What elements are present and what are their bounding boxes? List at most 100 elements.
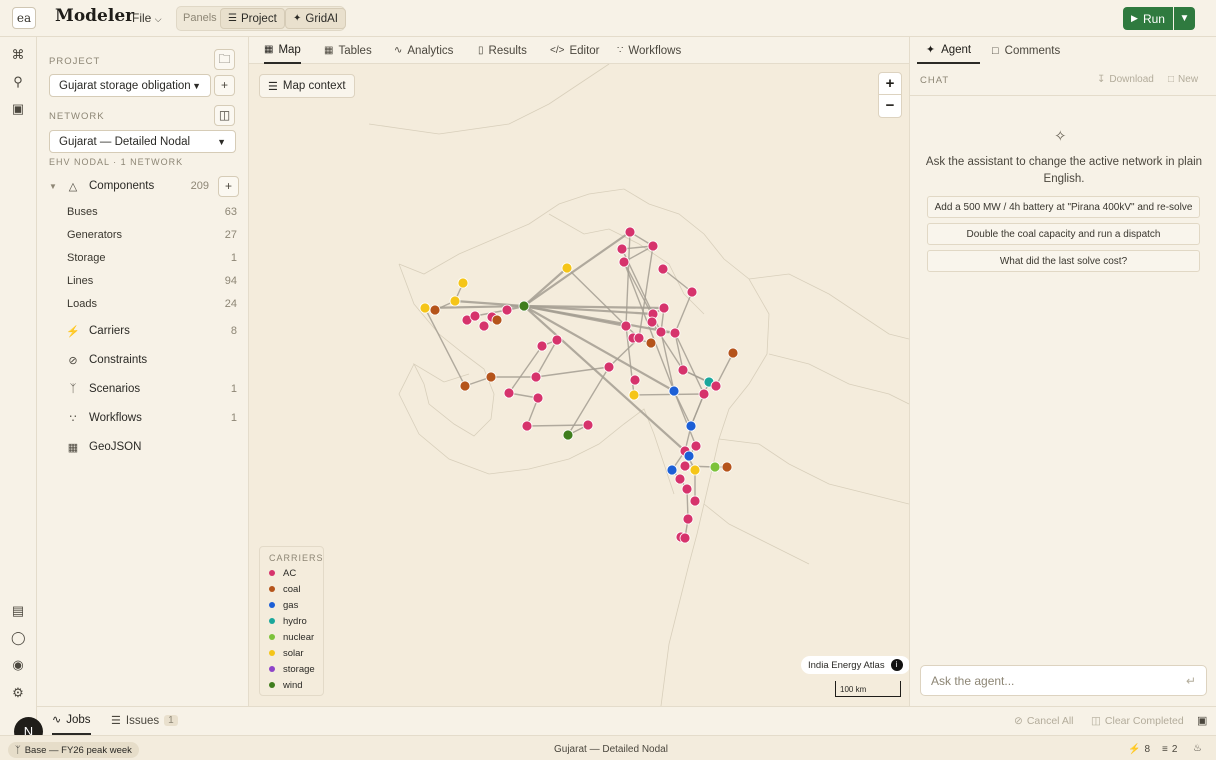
bus-node-coal[interactable]: [721, 461, 733, 473]
component-lines[interactable]: Lines 94: [67, 275, 237, 287]
bus-node-AC[interactable]: [521, 420, 533, 432]
sidebar-item-scenarios[interactable]: ᛉ Scenarios 1: [65, 379, 237, 399]
bus-node-AC[interactable]: [657, 263, 669, 275]
transmission-line[interactable]: [674, 291, 693, 334]
project-panel-button[interactable]: ☰ Project: [220, 8, 285, 29]
bell-icon[interactable]: ♨: [1193, 743, 1202, 754]
bus-node-coal[interactable]: [429, 304, 441, 316]
scenario-branch[interactable]: ᛉ Base — FY26 peak week: [8, 742, 139, 758]
bus-node-AC[interactable]: [603, 361, 615, 373]
bus-node-solar[interactable]: [449, 295, 461, 307]
bus-node-AC[interactable]: [618, 256, 630, 268]
bus-node-AC[interactable]: [501, 304, 513, 316]
tab-workflows[interactable]: ∵ Workflows: [617, 37, 681, 64]
bus-node-coal[interactable]: [727, 347, 739, 359]
bus-node-AC[interactable]: [698, 388, 710, 400]
add-component-button[interactable]: +: [218, 176, 239, 197]
tab-issues[interactable]: ☰ Issues 1: [111, 706, 178, 735]
bus-node-coal[interactable]: [459, 380, 471, 392]
network-map[interactable]: [249, 64, 909, 706]
map-canvas[interactable]: [249, 64, 909, 706]
bus-node-AC[interactable]: [681, 483, 693, 495]
bus-node-AC[interactable]: [679, 460, 691, 472]
bus-node-AC[interactable]: [532, 392, 544, 404]
bus-node-AC[interactable]: [624, 226, 636, 238]
network-select[interactable]: Gujarat — Detailed Nodal ▼: [49, 130, 236, 153]
gear-icon[interactable]: ⚙: [11, 686, 25, 700]
bus-node-wind[interactable]: [562, 429, 574, 441]
bus-node-AC[interactable]: [658, 302, 670, 314]
bus-node-AC[interactable]: [647, 240, 659, 252]
file-menu[interactable]: File ⌵: [132, 11, 162, 25]
store-icon[interactable]: ▣: [11, 102, 25, 116]
gridai-panel-button[interactable]: ✦ GridAI: [285, 8, 346, 29]
globe-icon[interactable]: ◯: [11, 631, 26, 645]
run-options-button[interactable]: ▼: [1174, 7, 1195, 30]
bus-node-AC[interactable]: [503, 387, 515, 399]
suggestion-button[interactable]: Add a 500 MW / 4h battery at "Pirana 400…: [927, 196, 1200, 218]
transmission-line[interactable]: [662, 268, 693, 293]
bus-node-AC[interactable]: [689, 495, 701, 507]
component-buses[interactable]: Buses 63: [67, 206, 237, 218]
bus-node-AC[interactable]: [679, 532, 691, 544]
add-project-button[interactable]: +: [214, 75, 235, 96]
tab-results[interactable]: ▯ Results: [478, 37, 527, 64]
agent-input[interactable]: Ask the agent... ↵: [920, 665, 1207, 696]
clear-completed-button[interactable]: ◫ Clear Completed: [1091, 715, 1184, 727]
component-generators[interactable]: Generators 27: [67, 229, 237, 241]
database-button[interactable]: ◫: [214, 105, 235, 126]
transmission-line[interactable]: [673, 390, 697, 447]
bus-node-gas[interactable]: [668, 385, 680, 397]
transmission-line[interactable]: [454, 299, 525, 308]
bus-node-gas[interactable]: [666, 464, 678, 476]
bus-node-AC[interactable]: [616, 243, 628, 255]
zoom-out-button[interactable]: −: [879, 95, 901, 117]
bus-node-coal[interactable]: [645, 337, 657, 349]
transmission-line[interactable]: [526, 424, 589, 427]
bus-node-AC[interactable]: [551, 334, 563, 346]
bus-node-AC[interactable]: [536, 340, 548, 352]
command-icon[interactable]: ⌘: [11, 48, 25, 62]
bus-node-AC[interactable]: [582, 419, 594, 431]
project-select[interactable]: Gujarat storage obligation ▼: [49, 74, 211, 97]
bus-node-gas[interactable]: [683, 450, 695, 462]
status-count-a[interactable]: ⚡ 8: [1128, 744, 1150, 755]
tab-map[interactable]: ▦ Map: [264, 37, 301, 64]
status-count-b[interactable]: ≡ 2: [1162, 744, 1177, 755]
panel-toggle-icon[interactable]: ▣: [1197, 714, 1207, 727]
bus-node-AC[interactable]: [469, 310, 481, 322]
bus-node-AC[interactable]: [620, 320, 632, 332]
transmission-line[interactable]: [566, 267, 627, 327]
bus-node-AC[interactable]: [629, 374, 641, 386]
component-storage[interactable]: Storage 1: [67, 252, 237, 264]
bus-node-AC[interactable]: [674, 473, 686, 485]
transmission-line[interactable]: [715, 352, 734, 387]
search-icon[interactable]: ⚲: [11, 75, 25, 89]
map-context-button[interactable]: ☰ Map context: [259, 74, 355, 98]
help-icon[interactable]: ◉: [11, 658, 25, 672]
sidebar-item-geojson[interactable]: ▦ GeoJSON: [65, 437, 237, 457]
components-row[interactable]: ▼ △ Components 209: [49, 176, 239, 196]
sidebar-item-workflows[interactable]: ∵ Workflows 1: [65, 408, 238, 428]
bus-node-AC[interactable]: [633, 332, 645, 344]
bus-node-nuclear[interactable]: [709, 461, 721, 473]
component-loads[interactable]: Loads 24: [67, 298, 237, 310]
bus-node-coal[interactable]: [485, 371, 497, 383]
tab-analytics[interactable]: ∿ Analytics: [394, 37, 453, 64]
bus-node-solar[interactable]: [457, 277, 469, 289]
cancel-all-button[interactable]: ⊘ Cancel All: [1014, 715, 1074, 727]
tab-tables[interactable]: ▦ Tables: [324, 37, 372, 64]
tab-agent[interactable]: ✦ Agent: [917, 37, 980, 64]
transmission-line[interactable]: [633, 393, 705, 396]
bus-node-coal[interactable]: [491, 314, 503, 326]
bus-node-wind[interactable]: [518, 300, 530, 312]
bus-node-AC[interactable]: [530, 371, 542, 383]
sidebar-item-carriers[interactable]: ⚡ Carriers 8: [65, 321, 237, 341]
new-chat-button[interactable]: □ New: [1168, 74, 1198, 85]
bus-node-AC[interactable]: [710, 380, 722, 392]
info-icon[interactable]: i: [890, 659, 903, 671]
bus-node-solar[interactable]: [689, 464, 701, 476]
suggestion-button[interactable]: Double the coal capacity and run a dispa…: [927, 223, 1200, 245]
bus-node-AC[interactable]: [690, 440, 702, 452]
bus-node-AC[interactable]: [669, 327, 681, 339]
